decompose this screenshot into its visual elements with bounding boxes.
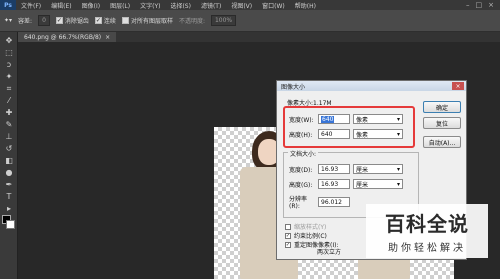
resolution-label: 分辨率(R): [289, 196, 308, 210]
resample-method-row: 两次立方 [317, 247, 341, 256]
lasso-tool-icon[interactable]: ↄ [4, 60, 14, 69]
menu-bar: Ps 文件(F) 编辑(E) 图像(I) 图层(L) 文字(Y) 选择(S) 滤… [0, 0, 500, 10]
chevron-down-icon: ▾ [396, 180, 400, 188]
doc-width-value: 16.93 [321, 165, 339, 173]
sample-all-checkbox[interactable]: 对所有图层取样 [121, 16, 173, 25]
path-select-icon[interactable]: ▸ [4, 204, 14, 213]
doc-width-label: 宽度(D): [289, 166, 313, 174]
check-icon: ✓ [94, 17, 102, 24]
dialog-title: 图像大小 [277, 81, 466, 91]
magic-wand-icon[interactable]: ✦▾ [4, 17, 12, 24]
opacity-label: 不透明度: [178, 18, 205, 25]
contiguous-label: 连续 [103, 18, 116, 25]
contiguous-checkbox[interactable]: ✓ 连续 [94, 16, 116, 25]
constrain-label: 约束比例(C) [294, 233, 327, 240]
watermark: 百科全说 助你轻松解决 [366, 204, 488, 258]
menu-filter[interactable]: 滤镜(T) [196, 1, 226, 10]
menu-file[interactable]: 文件(F) [16, 1, 46, 10]
background-color-swatch[interactable] [6, 220, 15, 229]
dodge-tool-icon[interactable]: ● [4, 168, 14, 177]
type-tool-icon[interactable]: T [4, 192, 14, 201]
document-tab-bar: 640.png @ 66.7%(RGB/8) × [18, 32, 500, 42]
antialias-checkbox[interactable]: ✓ 消除锯齿 [55, 16, 89, 25]
photoshop-logo: Ps [0, 0, 16, 10]
scale-styles-label: 缩放样式(Y) [294, 224, 327, 231]
tools-panel: ✥ ⬚ ↄ ✦ ⌗ ⁄ ✚ ✎ ⊥ ↺ ◧ ● ✒ T ▸ [0, 32, 18, 279]
resolution-row: 分辨率(R): 96.012 [289, 194, 350, 210]
resolution-input[interactable]: 96.012 [318, 197, 350, 207]
tolerance-input[interactable]: 0 [38, 15, 50, 26]
doc-height-input[interactable]: 16.93 [318, 179, 350, 189]
check-icon: ✓ [285, 241, 291, 248]
constrain-proportions-checkbox[interactable]: ✓ 约束比例(C) [285, 231, 327, 240]
options-bar: ✦▾ 容差: 0 ✓ 消除锯齿 ✓ 连续 对所有图层取样 不透明度: 100% [0, 10, 500, 32]
doc-width-unit-select[interactable]: 厘米 ▾ [353, 164, 403, 174]
resample-method-select[interactable]: 两次立方 [317, 247, 341, 256]
menu-image[interactable]: 图像(I) [77, 1, 105, 10]
watermark-title: 百科全说 [385, 212, 469, 236]
antialias-label: 消除锯齿 [64, 18, 89, 25]
healing-tool-icon[interactable]: ✚ [4, 108, 14, 117]
doc-height-label: 高度(G): [289, 181, 313, 189]
opacity-input[interactable]: 100% [210, 15, 237, 26]
check-icon: ✓ [285, 232, 291, 239]
maximize-icon[interactable]: □ [476, 1, 483, 9]
document-tab-label: 640.png @ 66.7%(RGB/8) [24, 33, 102, 41]
document-size-title: 文档大小: [288, 149, 319, 158]
eraser-tool-icon[interactable]: ◧ [4, 156, 14, 165]
doc-height-unit-select[interactable]: 厘米 ▾ [353, 179, 403, 189]
menu-select[interactable]: 选择(S) [165, 1, 196, 10]
tab-close-icon[interactable]: × [105, 34, 110, 41]
crop-tool-icon[interactable]: ⌗ [4, 84, 14, 93]
tolerance-label: 容差: [18, 18, 33, 25]
reset-button[interactable]: 复位 [423, 117, 461, 129]
menu-layer[interactable]: 图层(L) [105, 1, 135, 10]
menu-view[interactable]: 视图(V) [226, 1, 257, 10]
window-controls: – □ × [466, 1, 500, 9]
auto-button[interactable]: 自动(A)... [423, 136, 461, 148]
doc-width-row: 宽度(D): 16.93 厘米 ▾ [289, 164, 403, 174]
move-tool-icon[interactable]: ✥ [4, 36, 14, 45]
menu-help[interactable]: 帮助(H) [290, 1, 321, 10]
watermark-subtitle: 助你轻松解决 [388, 243, 466, 254]
stamp-tool-icon[interactable]: ⊥ [4, 132, 14, 141]
dialog-close-icon[interactable]: × [452, 82, 464, 90]
minimize-icon[interactable]: – [466, 1, 470, 9]
highlight-annotation [283, 106, 415, 148]
cm-unit-label: 厘米 [356, 181, 369, 189]
document-tab[interactable]: 640.png @ 66.7%(RGB/8) × [18, 32, 117, 42]
doc-width-input[interactable]: 16.93 [318, 164, 350, 174]
unchecked-box [285, 223, 291, 230]
brush-tool-icon[interactable]: ✎ [4, 120, 14, 129]
history-brush-icon[interactable]: ↺ [4, 144, 14, 153]
close-icon[interactable]: × [488, 1, 494, 9]
unchecked-box [121, 17, 129, 24]
eyedropper-tool-icon[interactable]: ⁄ [4, 96, 14, 105]
scale-styles-checkbox[interactable]: 缩放样式(Y) [285, 222, 326, 231]
doc-height-row: 高度(G): 16.93 厘米 ▾ [289, 179, 403, 189]
magic-wand-tool-icon[interactable]: ✦ [4, 72, 14, 81]
pen-tool-icon[interactable]: ✒ [4, 180, 14, 189]
ok-button[interactable]: 确定 [423, 101, 461, 113]
doc-height-value: 16.93 [321, 180, 339, 188]
check-icon: ✓ [55, 17, 63, 24]
marquee-tool-icon[interactable]: ⬚ [4, 48, 14, 57]
chevron-down-icon: ▾ [396, 165, 400, 173]
sample-all-label: 对所有图层取样 [130, 18, 173, 25]
resolution-value: 96.012 [321, 198, 342, 206]
menu-window[interactable]: 窗口(W) [257, 1, 290, 10]
menu-type[interactable]: 文字(Y) [135, 1, 165, 10]
menu-edit[interactable]: 编辑(E) [46, 1, 76, 10]
cm-unit-label: 厘米 [356, 166, 369, 174]
